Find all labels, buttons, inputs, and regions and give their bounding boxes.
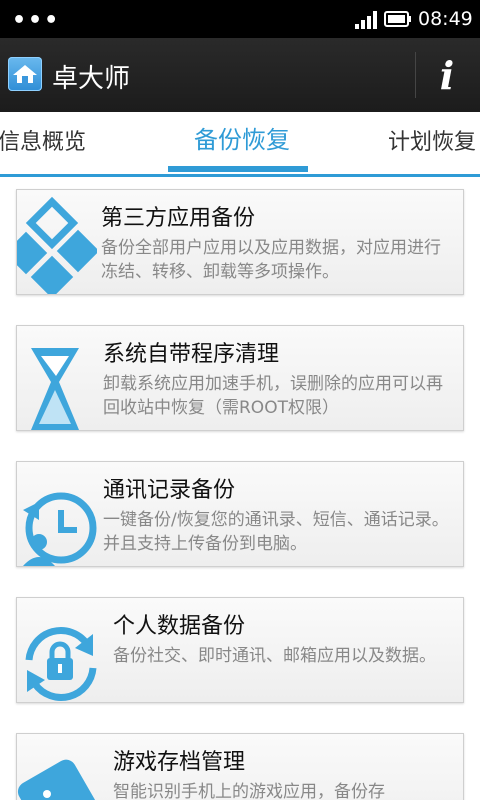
- card-system-app-cleanup[interactable]: 系统自带程序清理 卸载系统应用加速手机，误删除的应用可以再回收站中恢复（需ROO…: [16, 325, 464, 431]
- card-title: 个人数据备份: [113, 614, 246, 639]
- card-description: 卸载系统应用加速手机，误删除的应用可以再回收站中恢复（需ROOT权限）: [103, 374, 443, 418]
- lock-sync-icon: [25, 627, 97, 701]
- signal-icon: [355, 11, 377, 29]
- active-tab-indicator: [168, 166, 308, 172]
- app-bar: 卓大师 i: [0, 38, 480, 113]
- card-personal-data-backup[interactable]: 个人数据备份 备份社交、即时通讯、邮箱应用以及数据。: [16, 597, 464, 703]
- card-title: 第三方应用备份: [101, 206, 256, 231]
- app-logo-icon: [8, 57, 42, 91]
- tab-info-overview[interactable]: 信息概览: [0, 124, 86, 156]
- card-description: 智能识别手机上的游戏应用，备份存: [113, 782, 385, 800]
- card-description: 备份全部用户应用以及应用数据，对应用进行冻结、转移、卸载等多项操作。: [101, 238, 441, 282]
- tab-bar: 信息概览 备份恢复 计划恢复: [0, 112, 480, 177]
- card-title: 通讯记录备份: [103, 478, 236, 503]
- card-title: 游戏存档管理: [113, 750, 246, 775]
- info-icon: i: [439, 52, 455, 98]
- tab-scheduled-restore[interactable]: 计划恢复: [388, 124, 476, 156]
- info-button[interactable]: i: [426, 50, 468, 100]
- game-controller-icon: [17, 759, 97, 800]
- card-contacts-backup[interactable]: 通讯记录备份 一键备份/恢复您的通讯录、短信、通话记录。并且支持上传备份到电脑。: [16, 461, 464, 567]
- contact-clock-icon: [23, 492, 97, 566]
- card-description: 一键备份/恢复您的通讯录、短信、通话记录。并且支持上传备份到电脑。: [103, 510, 449, 554]
- card-app-backup[interactable]: 第三方应用备份 备份全部用户应用以及应用数据，对应用进行冻结、转移、卸载等多项操…: [16, 189, 464, 295]
- card-title: 系统自带程序清理: [103, 342, 280, 367]
- clock: 08:49: [418, 8, 473, 30]
- notification-dots-icon: •••: [12, 8, 61, 33]
- card-game-save-management[interactable]: 游戏存档管理 智能识别手机上的游戏应用，备份存: [16, 733, 464, 800]
- status-bar: ••• 08:49: [0, 0, 480, 38]
- app-tiles-icon: [17, 196, 97, 294]
- card-description: 备份社交、即时通讯、邮箱应用以及数据。: [113, 646, 436, 666]
- hourglass-icon: [31, 348, 79, 430]
- divider: [415, 52, 416, 98]
- app-title: 卓大师: [52, 64, 131, 94]
- feature-list[interactable]: 第三方应用备份 备份全部用户应用以及应用数据，对应用进行冻结、转移、卸载等多项操…: [0, 177, 480, 800]
- tab-backup-restore[interactable]: 备份恢复: [194, 120, 290, 155]
- battery-icon: [384, 11, 411, 27]
